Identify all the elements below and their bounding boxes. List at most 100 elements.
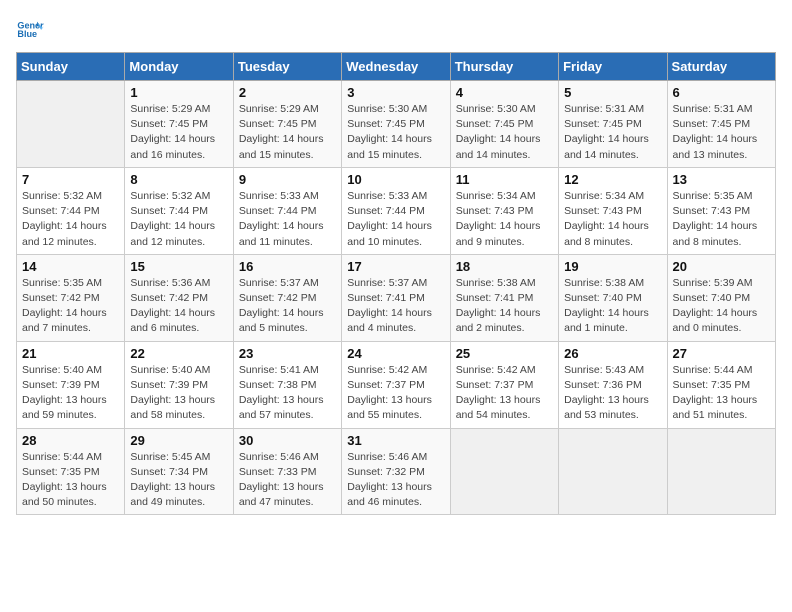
day-info: Sunrise: 5:44 AM Sunset: 7:35 PM Dayligh… [673, 363, 770, 424]
day-number: 5 [564, 85, 661, 100]
day-number: 25 [456, 346, 553, 361]
calendar-cell: 22 Sunrise: 5:40 AM Sunset: 7:39 PM Dayli… [125, 341, 233, 428]
day-info: Sunrise: 5:40 AM Sunset: 7:39 PM Dayligh… [130, 363, 227, 424]
header-cell-sunday: Sunday [17, 53, 125, 81]
calendar-cell: 2 Sunrise: 5:29 AM Sunset: 7:45 PM Daylig… [233, 81, 341, 168]
day-number: 27 [673, 346, 770, 361]
day-number: 30 [239, 433, 336, 448]
calendar-cell: 11Sunrise: 5:34 AM Sunset: 7:43 PM Dayli… [450, 167, 558, 254]
calendar-cell: 5Sunrise: 5:31 AM Sunset: 7:45 PM Daylig… [559, 81, 667, 168]
calendar-cell: 10 Sunrise: 5:33 AM Sunset: 7:44 PM Dayli… [342, 167, 450, 254]
day-number: 28 [22, 433, 119, 448]
day-number: 26 [564, 346, 661, 361]
day-info: Sunrise: 5:36 AM Sunset: 7:42 PM Dayligh… [130, 276, 227, 337]
day-info: Sunrise: 5:37 AM Sunset: 7:41 PM Dayligh… [347, 276, 444, 337]
day-info: Sunrise: 5:30 AM Sunset: 7:45 PM Dayligh… [347, 102, 444, 163]
calendar-cell: 31 Sunrise: 5:46 AM Sunset: 7:32 PM Dayli… [342, 428, 450, 515]
day-number: 24 [347, 346, 444, 361]
calendar-cell: 28 Sunrise: 5:44 AM Sunset: 7:35 PM Dayli… [17, 428, 125, 515]
day-info: Sunrise: 5:30 AM Sunset: 7:45 PM Dayligh… [456, 102, 553, 163]
day-number: 6 [673, 85, 770, 100]
day-info: Sunrise: 5:32 AM Sunset: 7:44 PM Dayligh… [22, 189, 119, 250]
day-number: 3 [347, 85, 444, 100]
calendar-cell: 24Sunrise: 5:42 AM Sunset: 7:37 PM Dayli… [342, 341, 450, 428]
day-number: 20 [673, 259, 770, 274]
calendar-cell: 14 Sunrise: 5:35 AM Sunset: 7:42 PM Dayli… [17, 254, 125, 341]
day-number: 7 [22, 172, 119, 187]
day-info: Sunrise: 5:46 AM Sunset: 7:33 PM Dayligh… [239, 450, 336, 511]
day-number: 18 [456, 259, 553, 274]
calendar-cell: 12Sunrise: 5:34 AM Sunset: 7:43 PM Dayli… [559, 167, 667, 254]
day-info: Sunrise: 5:33 AM Sunset: 7:44 PM Dayligh… [347, 189, 444, 250]
day-number: 9 [239, 172, 336, 187]
header-cell-friday: Friday [559, 53, 667, 81]
header-row: SundayMondayTuesdayWednesdayThursdayFrid… [17, 53, 776, 81]
header-cell-tuesday: Tuesday [233, 53, 341, 81]
day-info: Sunrise: 5:32 AM Sunset: 7:44 PM Dayligh… [130, 189, 227, 250]
week-row-3: 14 Sunrise: 5:35 AM Sunset: 7:42 PM Dayli… [17, 254, 776, 341]
day-info: Sunrise: 5:38 AM Sunset: 7:40 PM Dayligh… [564, 276, 661, 337]
day-info: Sunrise: 5:44 AM Sunset: 7:35 PM Dayligh… [22, 450, 119, 511]
calendar-cell: 20 Sunrise: 5:39 AM Sunset: 7:40 PM Dayli… [667, 254, 775, 341]
day-info: Sunrise: 5:38 AM Sunset: 7:41 PM Dayligh… [456, 276, 553, 337]
day-number: 15 [130, 259, 227, 274]
day-number: 2 [239, 85, 336, 100]
calendar-cell: 7 Sunrise: 5:32 AM Sunset: 7:44 PM Daylig… [17, 167, 125, 254]
logo-icon: General Blue [16, 16, 44, 44]
day-number: 8 [130, 172, 227, 187]
week-row-4: 21 Sunrise: 5:40 AM Sunset: 7:39 PM Dayli… [17, 341, 776, 428]
day-info: Sunrise: 5:39 AM Sunset: 7:40 PM Dayligh… [673, 276, 770, 337]
day-info: Sunrise: 5:35 AM Sunset: 7:43 PM Dayligh… [673, 189, 770, 250]
calendar-cell [667, 428, 775, 515]
header-cell-monday: Monday [125, 53, 233, 81]
calendar-table: SundayMondayTuesdayWednesdayThursdayFrid… [16, 52, 776, 515]
day-number: 10 [347, 172, 444, 187]
logo: General Blue [16, 16, 48, 44]
day-info: Sunrise: 5:29 AM Sunset: 7:45 PM Dayligh… [130, 102, 227, 163]
day-info: Sunrise: 5:45 AM Sunset: 7:34 PM Dayligh… [130, 450, 227, 511]
day-info: Sunrise: 5:35 AM Sunset: 7:42 PM Dayligh… [22, 276, 119, 337]
calendar-cell: 6 Sunrise: 5:31 AM Sunset: 7:45 PM Daylig… [667, 81, 775, 168]
calendar-cell: 4Sunrise: 5:30 AM Sunset: 7:45 PM Daylig… [450, 81, 558, 168]
day-number: 14 [22, 259, 119, 274]
calendar-cell: 29 Sunrise: 5:45 AM Sunset: 7:34 PM Dayli… [125, 428, 233, 515]
day-info: Sunrise: 5:42 AM Sunset: 7:37 PM Dayligh… [456, 363, 553, 424]
day-number: 17 [347, 259, 444, 274]
week-row-5: 28 Sunrise: 5:44 AM Sunset: 7:35 PM Dayli… [17, 428, 776, 515]
week-row-2: 7 Sunrise: 5:32 AM Sunset: 7:44 PM Daylig… [17, 167, 776, 254]
day-number: 1 [130, 85, 227, 100]
day-number: 29 [130, 433, 227, 448]
calendar-cell: 19 Sunrise: 5:38 AM Sunset: 7:40 PM Dayli… [559, 254, 667, 341]
day-info: Sunrise: 5:41 AM Sunset: 7:38 PM Dayligh… [239, 363, 336, 424]
calendar-cell: 9 Sunrise: 5:33 AM Sunset: 7:44 PM Daylig… [233, 167, 341, 254]
day-info: Sunrise: 5:34 AM Sunset: 7:43 PM Dayligh… [564, 189, 661, 250]
day-info: Sunrise: 5:33 AM Sunset: 7:44 PM Dayligh… [239, 189, 336, 250]
calendar-cell [450, 428, 558, 515]
header-cell-saturday: Saturday [667, 53, 775, 81]
day-info: Sunrise: 5:46 AM Sunset: 7:32 PM Dayligh… [347, 450, 444, 511]
calendar-cell: 25 Sunrise: 5:42 AM Sunset: 7:37 PM Dayli… [450, 341, 558, 428]
day-number: 11 [456, 172, 553, 187]
calendar-cell: 13 Sunrise: 5:35 AM Sunset: 7:43 PM Dayli… [667, 167, 775, 254]
day-number: 23 [239, 346, 336, 361]
day-number: 22 [130, 346, 227, 361]
calendar-cell: 1 Sunrise: 5:29 AM Sunset: 7:45 PM Daylig… [125, 81, 233, 168]
calendar-cell: 26Sunrise: 5:43 AM Sunset: 7:36 PM Dayli… [559, 341, 667, 428]
calendar-cell: 15 Sunrise: 5:36 AM Sunset: 7:42 PM Dayli… [125, 254, 233, 341]
calendar-cell [17, 81, 125, 168]
calendar-cell: 3 Sunrise: 5:30 AM Sunset: 7:45 PM Daylig… [342, 81, 450, 168]
day-info: Sunrise: 5:29 AM Sunset: 7:45 PM Dayligh… [239, 102, 336, 163]
calendar-cell: 16Sunrise: 5:37 AM Sunset: 7:42 PM Dayli… [233, 254, 341, 341]
header-cell-wednesday: Wednesday [342, 53, 450, 81]
day-number: 21 [22, 346, 119, 361]
week-row-1: 1 Sunrise: 5:29 AM Sunset: 7:45 PM Daylig… [17, 81, 776, 168]
day-number: 31 [347, 433, 444, 448]
day-number: 16 [239, 259, 336, 274]
calendar-cell [559, 428, 667, 515]
calendar-cell: 21 Sunrise: 5:40 AM Sunset: 7:39 PM Dayli… [17, 341, 125, 428]
day-number: 13 [673, 172, 770, 187]
day-number: 19 [564, 259, 661, 274]
day-info: Sunrise: 5:40 AM Sunset: 7:39 PM Dayligh… [22, 363, 119, 424]
header: General Blue [16, 16, 776, 44]
day-info: Sunrise: 5:31 AM Sunset: 7:45 PM Dayligh… [673, 102, 770, 163]
